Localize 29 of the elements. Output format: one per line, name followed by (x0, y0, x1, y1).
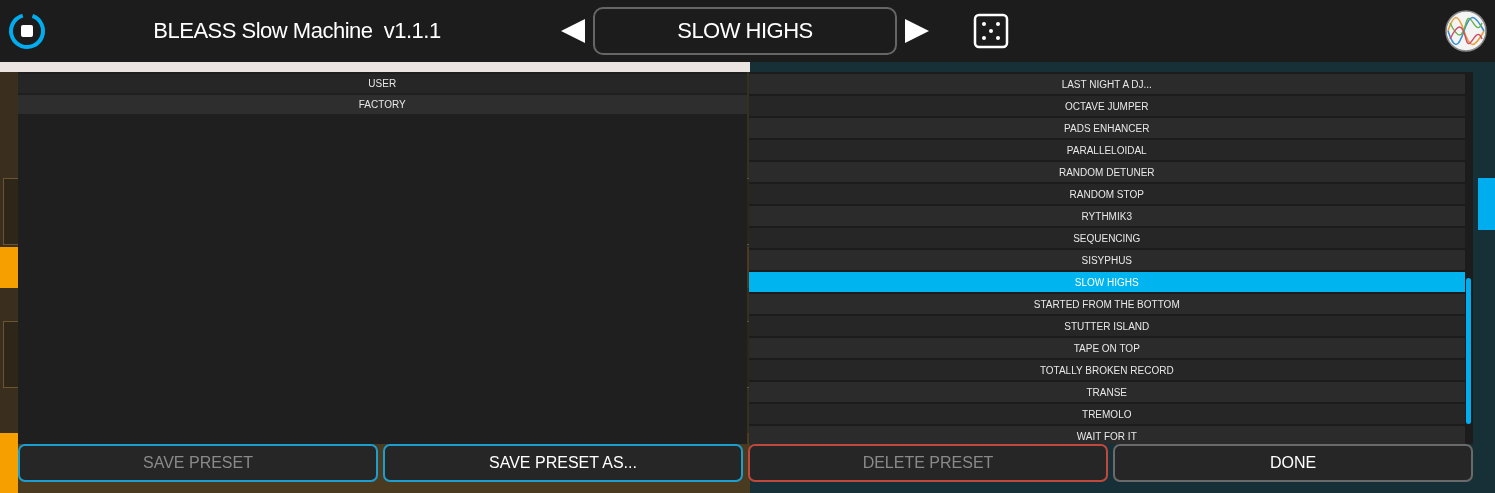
wave-logo-icon[interactable] (1444, 9, 1488, 53)
preset-item[interactable]: SISYPHUS (748, 250, 1465, 270)
bank-item[interactable]: FACTORY (18, 95, 747, 114)
dice-icon[interactable] (973, 13, 1009, 49)
preset-item[interactable]: STUTTER ISLAND (748, 316, 1465, 336)
preset-action-button[interactable]: DONE (1113, 444, 1473, 482)
preset-item[interactable]: PADS ENHANCER (748, 118, 1465, 138)
app-title: BLEASS Slow Machine v1.1.1 (152, 18, 442, 44)
preset-item[interactable]: SEQUENCING (748, 228, 1465, 248)
preset-item[interactable]: RYTHMIK3 (748, 206, 1465, 226)
preset-item[interactable]: TREMOLO (748, 404, 1465, 424)
preset-item[interactable]: TAPE ON TOP (748, 338, 1465, 358)
preset-item[interactable]: LAST NIGHT A DJ... (748, 74, 1465, 94)
scrollbar[interactable] (1465, 72, 1473, 444)
previous-preset-icon[interactable] (559, 17, 587, 45)
preset-item[interactable]: TRANSE (748, 382, 1465, 402)
preset-item[interactable]: RANDOM STOP (748, 184, 1465, 204)
scrollbar-thumb[interactable] (1466, 278, 1471, 424)
bank-item[interactable]: USER (18, 74, 747, 93)
preset-item[interactable]: WAIT FOR IT (748, 426, 1465, 444)
preset-item[interactable]: OCTAVE JUMPER (748, 96, 1465, 116)
preset-item[interactable]: PARALLELOIDAL (748, 140, 1465, 160)
preset-action-button[interactable]: SAVE PRESET AS... (383, 444, 743, 482)
power-icon[interactable] (7, 11, 47, 51)
next-preset-icon[interactable] (903, 17, 931, 45)
preset-item[interactable]: RANDOM DETUNER (748, 162, 1465, 182)
preset-item[interactable]: TOTALLY BROKEN RECORD (748, 360, 1465, 380)
preset-item[interactable]: STARTED FROM THE BOTTOM (748, 294, 1465, 314)
preset-name[interactable]: SLOW HIGHS (593, 7, 897, 55)
